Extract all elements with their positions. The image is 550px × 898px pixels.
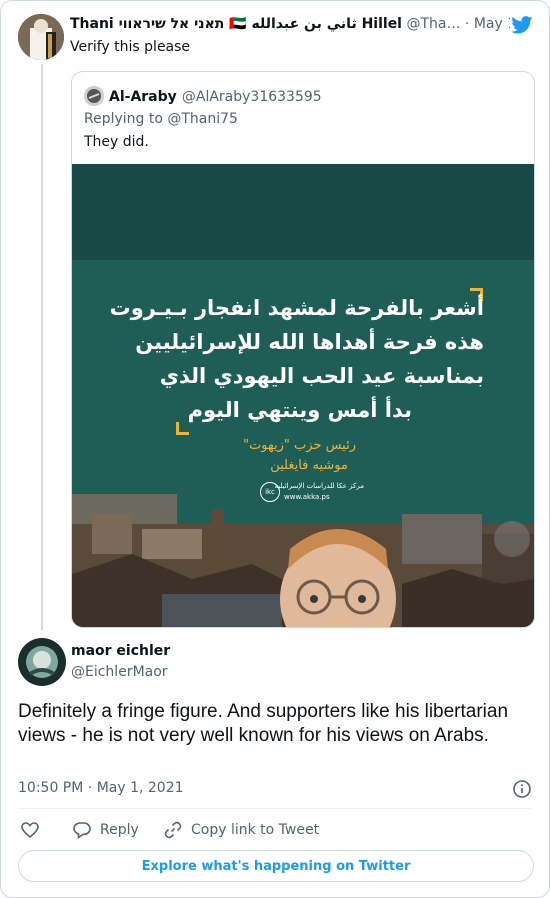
quote-line-4: بدأ أمس وينتهي اليوم [187, 398, 412, 422]
explore-twitter-button[interactable]: Explore what's happening on Twitter [18, 850, 534, 882]
copy-link-button[interactable]: Copy link to Tweet [163, 819, 319, 841]
reply-author-name[interactable]: maor eichler [71, 643, 170, 659]
tweet-text: Verify this please [70, 39, 191, 55]
quote-line-1: أشعر بالفرحة لمشهد انفجار بـيـروت [109, 296, 484, 320]
twitter-bird-icon[interactable] [511, 16, 533, 34]
quoted-tweet-image[interactable]: أشعر بالفرحة لمشهد انفجار بـيـروت هذه فر… [72, 164, 534, 627]
reply-icon [73, 822, 91, 840]
attribution-title: رئيس حزب "زيهوت" [243, 438, 356, 453]
tweet-embed-card: Thani תאני אל שיראווי 🇦🇪 ثاني بن عبدالله… [0, 0, 550, 898]
heart-icon [21, 822, 39, 839]
quoted-author-name[interactable]: Al-Araby [109, 89, 177, 105]
reply-button[interactable]: Reply [72, 819, 139, 841]
reply-text: Definitely a fringe figure. And supporte… [18, 701, 509, 746]
quoted-author-handle[interactable]: @AlAraby31633595 [182, 89, 322, 105]
attribution-name: موشيه فايغلين [270, 458, 348, 473]
author-handle[interactable]: @Tha… [406, 16, 460, 32]
replying-to: Replying to @Thani75 [84, 111, 238, 127]
reply-time-separator: · [87, 780, 93, 796]
divider [18, 808, 532, 809]
explore-label: Explore what's happening on Twitter [141, 858, 411, 874]
date-separator: · [464, 16, 470, 32]
author-avatar[interactable] [18, 14, 64, 60]
reply-label: Reply [100, 822, 139, 838]
copy-link-label: Copy link to Tweet [191, 822, 320, 838]
reply-date[interactable]: May 1, 2021 [97, 780, 184, 796]
info-icon[interactable] [512, 779, 532, 799]
thread-line [41, 64, 43, 630]
reply-author-handle[interactable]: @EichlerMaor [71, 664, 168, 680]
quoted-author-avatar[interactable] [84, 86, 104, 106]
like-button[interactable] [20, 820, 40, 840]
tweet-date[interactable]: May 1, 2021 [474, 16, 510, 32]
tweet-actions: Reply Copy link to Tweet [18, 819, 532, 841]
quote-line-3: بمناسبة عيد الحب اليهودي الذي [159, 364, 484, 388]
quoted-tweet[interactable]: Al-Araby @AlAraby31633595 Replying to @T… [71, 71, 535, 628]
corner-bracket-bottom [176, 422, 189, 435]
image-header-band [72, 164, 534, 260]
link-icon [164, 821, 182, 839]
quoted-tweet-text: They did. [84, 134, 149, 150]
reply-time[interactable]: 10:50 PM [18, 780, 83, 796]
portrait-image [280, 529, 396, 627]
reply-author-avatar[interactable] [18, 638, 66, 686]
quote-line-2: هذه فرحة أهداها الله للإسرائيليين [135, 330, 484, 354]
author-display-name[interactable]: Thani תאני אל שיראווי 🇦🇪 ثاني بن عبدالله… [70, 16, 402, 32]
